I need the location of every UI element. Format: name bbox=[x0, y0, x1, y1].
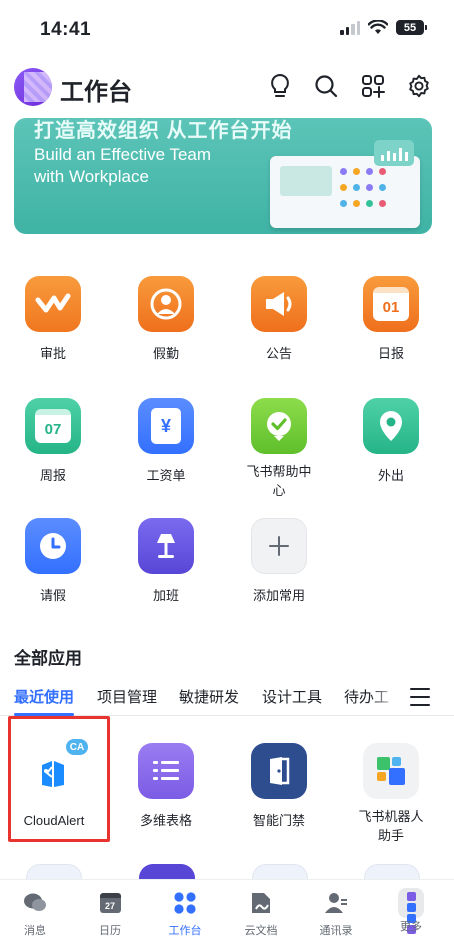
lightbulb-icon[interactable] bbox=[266, 72, 294, 100]
docs-icon bbox=[248, 890, 274, 916]
search-icon[interactable] bbox=[312, 72, 340, 100]
bottom-nav: 消息 27 日历 工作台 云文档 通讯录 更多 bbox=[0, 880, 454, 951]
status-time: 14:41 bbox=[40, 19, 92, 40]
promo-banner[interactable]: 打造高效组织 从工作台开始 Build an Effective Team wi… bbox=[14, 118, 432, 234]
banner-illustration bbox=[270, 156, 420, 228]
app-label: 加班 bbox=[152, 588, 179, 603]
header: 工作台 bbox=[0, 62, 454, 112]
tab-project-management[interactable]: 项目管理 bbox=[97, 686, 157, 707]
tab-recent[interactable]: 最近使用 bbox=[14, 686, 74, 707]
help-center-icon bbox=[251, 398, 307, 454]
workplace-icon bbox=[172, 890, 198, 916]
app-label: 添加常用 bbox=[252, 588, 305, 603]
app-approval[interactable]: 审批 bbox=[8, 276, 98, 363]
tab-fade bbox=[370, 682, 400, 712]
banner-headline: 打造高效组织 从工作台开始 bbox=[34, 120, 293, 142]
app-weekly-report[interactable]: 07 周报 bbox=[8, 398, 98, 485]
attendance-icon bbox=[138, 276, 194, 332]
nav-label: 消息 bbox=[24, 925, 46, 937]
cellular-signal-icon bbox=[340, 20, 360, 35]
app-label: 请假 bbox=[39, 588, 66, 603]
nav-label: 云文档 bbox=[244, 925, 278, 937]
category-tabs: 最近使用 项目管理 敏捷研发 设计工具 待办工具 bbox=[0, 682, 454, 716]
bot-assistant-icon bbox=[363, 743, 419, 799]
section-title: 全部应用 bbox=[14, 649, 82, 668]
plus-icon bbox=[251, 518, 307, 574]
nav-label: 通讯录 bbox=[319, 925, 353, 937]
nav-item-workplace[interactable]: 工作台 bbox=[150, 890, 220, 938]
contacts-icon bbox=[323, 890, 349, 916]
table-icon bbox=[138, 743, 194, 799]
status-icons: 55 bbox=[340, 20, 427, 35]
nav-label: 工作台 bbox=[168, 925, 202, 937]
app-label: 审批 bbox=[39, 346, 66, 361]
nav-label: 日历 bbox=[99, 925, 121, 937]
app-leave[interactable]: 请假 bbox=[8, 518, 98, 605]
nav-item-docs[interactable]: 云文档 bbox=[226, 890, 296, 938]
banner-subtitle-line2: with Workplace bbox=[34, 167, 149, 186]
app-label: 飞书帮助中心 bbox=[246, 464, 312, 498]
app-label: 外出 bbox=[377, 468, 404, 483]
app-attendance[interactable]: 假勤 bbox=[121, 276, 211, 363]
nav-item-messages[interactable]: 消息 bbox=[0, 890, 70, 938]
battery-icon: 55 bbox=[396, 20, 427, 35]
add-favorite-button[interactable]: 添加常用 bbox=[234, 518, 324, 605]
app-announcement[interactable]: 公告 bbox=[234, 276, 324, 363]
app-label: 工资单 bbox=[146, 468, 186, 483]
nav-item-more[interactable]: 更多 bbox=[376, 888, 446, 934]
approval-icon bbox=[25, 276, 81, 332]
app-label: 周报 bbox=[39, 468, 66, 483]
app-label: 假勤 bbox=[152, 346, 179, 361]
avatar[interactable] bbox=[14, 68, 52, 106]
app-payslip[interactable]: ¥ 工资单 bbox=[121, 398, 211, 485]
desk-lamp-icon bbox=[138, 518, 194, 574]
app-label: 飞书机器人助手 bbox=[358, 809, 424, 843]
door-icon bbox=[251, 743, 307, 799]
status-bar: 14:41 55 bbox=[0, 0, 454, 60]
daily-report-icon: 01 bbox=[363, 276, 419, 332]
app-label: 智能门禁 bbox=[252, 813, 305, 828]
app-feishu-help[interactable]: 飞书帮助中心 bbox=[234, 398, 324, 500]
megaphone-icon bbox=[251, 276, 307, 332]
app-feishu-bot-assistant[interactable]: 飞书机器人助手 bbox=[346, 743, 436, 845]
banner-chart-illustration bbox=[374, 140, 414, 166]
nav-label: 更多 bbox=[400, 921, 422, 933]
tab-design-tools[interactable]: 设计工具 bbox=[262, 686, 322, 707]
nav-item-contacts[interactable]: 通讯录 bbox=[301, 890, 371, 938]
app-grid-icon[interactable] bbox=[359, 72, 387, 100]
chat-icon bbox=[22, 890, 48, 916]
wifi-icon bbox=[368, 20, 388, 34]
weekly-report-icon: 07 bbox=[25, 398, 81, 454]
app-label: 公告 bbox=[265, 346, 292, 361]
app-daily-report[interactable]: 01 日报 bbox=[346, 276, 436, 363]
location-pin-icon bbox=[363, 398, 419, 454]
app-smart-access[interactable]: 智能门禁 bbox=[234, 743, 324, 830]
banner-subtitle-line1: Build an Effective Team bbox=[34, 145, 212, 164]
page-title: 工作台 bbox=[60, 79, 132, 106]
menu-icon[interactable] bbox=[410, 688, 430, 706]
app-label: 多维表格 bbox=[139, 813, 192, 828]
highlight-box bbox=[8, 716, 110, 842]
app-outing[interactable]: 外出 bbox=[346, 398, 436, 485]
app-bitable[interactable]: 多维表格 bbox=[121, 743, 211, 830]
more-apps-icon bbox=[398, 888, 424, 934]
calendar-icon: 27 bbox=[97, 890, 123, 916]
banner-subtitle: Build an Effective Team with Workplace bbox=[34, 144, 274, 188]
app-label: 日报 bbox=[377, 346, 404, 361]
tab-agile-development[interactable]: 敏捷研发 bbox=[179, 686, 239, 707]
settings-gear-icon[interactable] bbox=[405, 72, 433, 100]
clock-icon bbox=[25, 518, 81, 574]
app-overtime[interactable]: 加班 bbox=[121, 518, 211, 605]
payslip-icon: ¥ bbox=[138, 398, 194, 454]
nav-item-calendar[interactable]: 27 日历 bbox=[75, 890, 145, 938]
